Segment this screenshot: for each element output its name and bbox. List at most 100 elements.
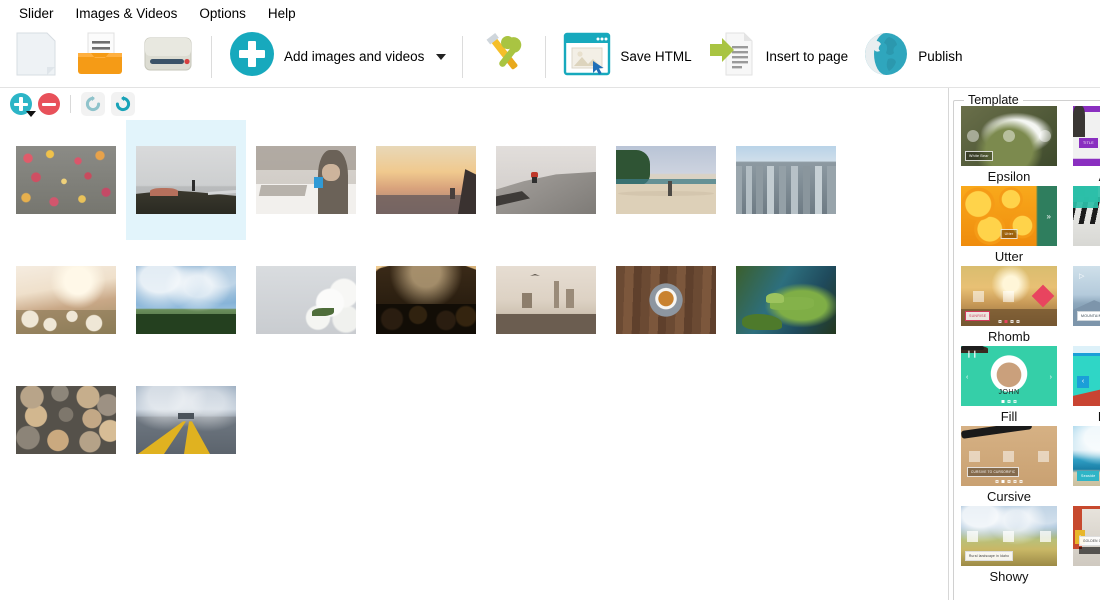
template-item-utter[interactable]: » Utter Utter — [961, 186, 1057, 264]
play-icon — [1003, 451, 1014, 462]
table-row[interactable] — [366, 240, 486, 360]
thumbnail-climber-on-rock-face[interactable] — [496, 146, 596, 214]
template-name: Epsilon — [987, 169, 1031, 184]
template-preview-mountains-haze: ▷ MOUNTAINS — [1073, 266, 1100, 326]
pagination-dots — [1001, 400, 1017, 403]
template-item-slide[interactable]: Seaside Slide — [1073, 426, 1100, 504]
browser-window-icon — [562, 31, 612, 82]
template-item-cursive[interactable]: CURSIVE TO CURSORIFIC Cursive — [961, 426, 1057, 504]
template-panel[interactable]: Template White Bear Epsilon TITLE » Utte… — [948, 88, 1100, 600]
template-name: Cursive — [986, 489, 1032, 504]
template-caption-bar — [1079, 547, 1100, 554]
template-item-zip[interactable]: ▷ MOUNTAINS Zip — [1073, 266, 1100, 344]
template-item-twist[interactable]: ‹ GOLDEN GATE BRIDGE Twist — [1073, 506, 1100, 584]
menu-item-options[interactable]: Options — [188, 3, 257, 24]
template-item-fill[interactable]: ❙❙ ‹ › JOHN Fill — [961, 346, 1057, 424]
thumbnail-stacked-cut-firewood[interactable] — [16, 386, 116, 454]
template-caption: JOHN — [998, 389, 1020, 396]
template-preview-orange-slices: » Utter — [961, 186, 1057, 246]
thumbnail-person-standing-on-foggy-cliff[interactable] — [136, 146, 236, 214]
next-arrow-icon — [1039, 130, 1051, 142]
template-name: Zip — [1073, 329, 1100, 344]
table-row[interactable] — [246, 240, 366, 360]
save-html-label: Save HTML — [620, 49, 692, 64]
table-row[interactable] — [6, 360, 126, 480]
thumbnail-aerial-view-of-city-skyline[interactable] — [736, 146, 836, 214]
slide-thumbnail-canvas[interactable] — [0, 120, 948, 600]
add-dropdown-caret-icon[interactable] — [26, 111, 36, 117]
rotate-right-button[interactable] — [111, 92, 135, 116]
remove-image-button[interactable] — [38, 93, 60, 115]
table-row[interactable] — [606, 240, 726, 360]
toolbar-separator-2 — [462, 35, 464, 78]
add-images-label: Add images and videos — [284, 49, 425, 64]
template-preview-piano-keys — [1073, 186, 1100, 246]
table-row[interactable] — [726, 120, 846, 240]
menu-item-images-videos[interactable]: Images & Videos — [65, 3, 189, 24]
table-row[interactable] — [246, 120, 366, 240]
template-item-doc[interactable]: Doc — [1073, 186, 1100, 264]
globe-icon — [862, 30, 910, 83]
save-html-button[interactable]: Save HTML — [555, 29, 698, 85]
thumbnail-white-blossoms-on-grey[interactable] — [256, 266, 356, 334]
table-row[interactable] — [6, 120, 126, 240]
thumbnail-person-running-on-beach[interactable] — [616, 146, 716, 214]
table-row[interactable] — [6, 240, 126, 360]
template-name: Rhomb — [988, 329, 1030, 344]
template-name: Angular — [1073, 169, 1100, 184]
next-arrow-icon — [1038, 451, 1049, 462]
template-item-rhomb[interactable]: SUNRISE Rhomb — [961, 266, 1057, 344]
thumbnail-empty-highway-toward-mountains[interactable] — [136, 386, 236, 454]
menu-item-help[interactable]: Help — [257, 3, 307, 24]
table-row[interactable] — [126, 240, 246, 360]
thumbnail-confetti-flowers-on-pavement[interactable] — [16, 146, 116, 214]
save-disk-icon — [141, 32, 195, 81]
new-project-button[interactable] — [6, 29, 66, 85]
template-preview-rural-landscape-idaho: Rural landscape in Idaho — [961, 506, 1057, 566]
menu-item-slider[interactable]: Slider — [8, 3, 65, 24]
rotate-counterclockwise-icon — [85, 96, 101, 112]
next-arrow-icon — [1040, 531, 1051, 542]
thumbnail-sunset-over-city-from-hill[interactable] — [376, 146, 476, 214]
table-row[interactable] — [126, 360, 246, 480]
template-item-angular[interactable]: TITLE Angular — [1073, 106, 1100, 184]
play-icon — [1003, 531, 1014, 542]
template-name: Doc — [1073, 249, 1100, 264]
thumbnail-seagulls-over-london-skyline[interactable] — [496, 266, 596, 334]
template-item-epsilon[interactable]: White Bear Epsilon — [961, 106, 1057, 184]
chevron-down-icon[interactable] — [436, 53, 447, 60]
thumbnail-woman-at-desk-with-phone[interactable] — [256, 146, 356, 214]
template-item-showy[interactable]: Rural landscape in Idaho Showy — [961, 506, 1057, 584]
table-row[interactable] — [606, 120, 726, 240]
template-name: Twist — [1073, 569, 1100, 584]
template-caption: CURSIVE TO CURSORIFIC — [967, 467, 1020, 477]
rotate-left-button[interactable] — [81, 92, 105, 116]
insert-to-page-button[interactable]: Insert to page — [699, 29, 856, 85]
prev-arrow-icon — [967, 130, 979, 142]
thumbnail-concert-crowd-with-stage-lights[interactable] — [376, 266, 476, 334]
publish-label: Publish — [918, 49, 963, 64]
template-preview-tropical-seaside: Seaside — [1073, 426, 1100, 486]
template-name: Material — [1073, 409, 1100, 424]
template-preview-polar-bear-cub: White Bear — [961, 106, 1057, 166]
table-row[interactable] — [126, 120, 246, 240]
thumbnail-sunlit-dandelion-field[interactable] — [16, 266, 116, 334]
thumbnail-coffee-cup-on-wooden-table[interactable] — [616, 266, 716, 334]
publish-button[interactable]: Publish — [855, 29, 969, 85]
template-preview-golden-gate-bridge: ‹ GOLDEN GATE BRIDGE — [1073, 506, 1100, 566]
save-project-button[interactable] — [134, 29, 202, 85]
table-row[interactable] — [486, 120, 606, 240]
open-project-button[interactable] — [66, 29, 134, 85]
settings-button[interactable] — [472, 29, 536, 85]
add-image-button[interactable] — [10, 93, 36, 117]
table-row[interactable] — [486, 240, 606, 360]
prev-arrow-icon — [969, 451, 980, 462]
template-item-material[interactable]: ‹ › Material — [1073, 346, 1100, 424]
insert-to-page-label: Insert to page — [765, 49, 849, 64]
table-row[interactable] — [726, 240, 846, 360]
template-caption: White Bear — [965, 151, 993, 161]
thumbnail-green-lizard-on-leaves[interactable] — [736, 266, 836, 334]
add-images-and-videos-button[interactable]: Add images and videos — [221, 29, 453, 85]
table-row[interactable] — [366, 120, 486, 240]
thumbnail-blue-sky-over-treeline[interactable] — [136, 266, 236, 334]
